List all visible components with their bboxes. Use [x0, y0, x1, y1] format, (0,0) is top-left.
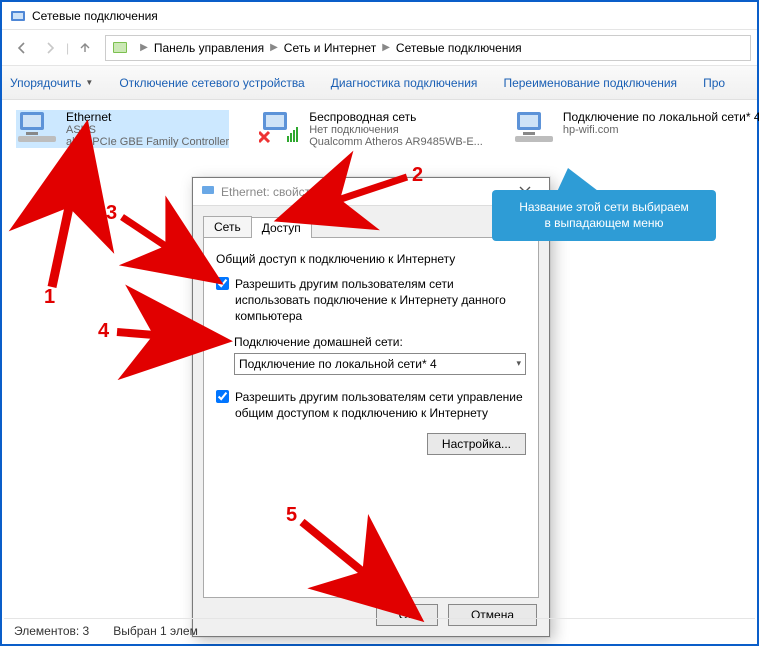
- breadcrumb-item[interactable]: Панель управления: [154, 41, 264, 55]
- chevron-down-icon: ▾: [516, 358, 521, 369]
- chevron-down-icon: ▼: [85, 78, 93, 87]
- chevron-right-icon: ▶: [382, 42, 390, 53]
- status-selected-count: Выбран 1 элем: [113, 624, 198, 638]
- connection-device: Qualcomm Atheros AR9485WB-E...: [309, 136, 483, 148]
- connection-status: ASUS: [66, 124, 229, 136]
- control-panel-icon: [112, 40, 128, 56]
- home-connection-label: Подключение домашней сети:: [234, 335, 526, 349]
- properties-dialog: Ethernet: свойства Сеть Доступ Общий дос…: [192, 177, 550, 637]
- toolbar-more[interactable]: Про: [703, 76, 725, 90]
- tab-network[interactable]: Сеть: [203, 216, 252, 237]
- connection-name: Ethernet: [66, 110, 229, 124]
- connection-item-ethernet[interactable]: Ethernet ASUS altek PCIe GBE Family Cont…: [16, 110, 229, 148]
- home-connection-select[interactable]: Подключение по локальной сети* 4 ▾: [234, 353, 526, 375]
- rename-button[interactable]: Переименование подключения: [503, 76, 677, 90]
- window-title: Сетевые подключения: [32, 9, 158, 23]
- connection-name: Беспроводная сеть: [309, 110, 483, 124]
- breadcrumb[interactable]: ▶ Панель управления ▶ Сеть и Интернет ▶ …: [105, 35, 751, 61]
- tab-page-sharing: Общий доступ к подключению к Интернету Р…: [203, 238, 539, 598]
- connection-device: altek PCIe GBE Family Controller: [66, 136, 229, 148]
- network-adapter-icon: [259, 110, 301, 144]
- organize-menu[interactable]: Упорядочить▼: [10, 76, 93, 90]
- network-adapter-icon: [513, 110, 555, 144]
- allow-control-label: Разрешить другим пользователям сети упра…: [235, 389, 526, 421]
- forward-button[interactable]: [36, 34, 64, 62]
- allow-sharing-label: Разрешить другим пользователям сети испо…: [235, 276, 526, 325]
- connection-name: Подключение по локальной сети* 4: [563, 110, 759, 124]
- annotation-number-2: 2: [412, 164, 423, 187]
- settings-button[interactable]: Настройка...: [427, 433, 526, 455]
- status-element-count: Элементов: 3: [14, 624, 89, 638]
- disable-device-button[interactable]: Отключение сетевого устройства: [119, 76, 304, 90]
- ethernet-icon: [201, 183, 215, 200]
- network-adapter-icon: [16, 110, 58, 144]
- tab-sharing[interactable]: Доступ: [251, 217, 312, 238]
- breadcrumb-item[interactable]: Сетевые подключения: [396, 41, 522, 55]
- back-button[interactable]: [8, 34, 36, 62]
- nav-separator: |: [66, 41, 69, 55]
- window-titlebar: Сетевые подключения: [2, 2, 757, 30]
- allow-sharing-checkbox-row[interactable]: Разрешить другим пользователям сети испо…: [216, 276, 526, 325]
- annotation-number-4: 4: [98, 320, 109, 343]
- breadcrumb-item[interactable]: Сеть и Интернет: [284, 41, 376, 55]
- chevron-right-icon: ▶: [270, 42, 278, 53]
- dialog-tabs: Сеть Доступ: [203, 214, 539, 238]
- allow-sharing-checkbox[interactable]: [216, 277, 229, 290]
- allow-control-checkbox-row[interactable]: Разрешить другим пользователям сети упра…: [216, 389, 526, 421]
- toolbar: Упорядочить▼ Отключение сетевого устройс…: [2, 66, 757, 100]
- connection-item-local[interactable]: Подключение по локальной сети* 4 hp-wifi…: [513, 110, 753, 148]
- sharing-group-label: Общий доступ к подключению к Интернету: [216, 252, 526, 266]
- dialog-title: Ethernet: свойства: [221, 185, 323, 199]
- annotation-number-1: 1: [44, 286, 55, 309]
- chevron-right-icon: ▶: [140, 42, 148, 53]
- annotation-number-5: 5: [286, 504, 297, 527]
- up-button[interactable]: [71, 34, 99, 62]
- address-bar: | ▶ Панель управления ▶ Сеть и Интернет …: [2, 30, 757, 66]
- status-bar: Элементов: 3 Выбран 1 элем: [4, 618, 755, 642]
- annotation-callout: Название этой сети выбираем в выпадающем…: [492, 190, 716, 241]
- connection-item-wireless[interactable]: Беспроводная сеть Нет подключения Qualco…: [259, 110, 483, 148]
- connection-device: hp-wifi.com: [563, 124, 743, 136]
- allow-control-checkbox[interactable]: [216, 390, 229, 403]
- annotation-number-3: 3: [106, 202, 117, 225]
- window-icon: [10, 8, 26, 24]
- connection-status: Нет подключения: [309, 124, 483, 136]
- diagnose-button[interactable]: Диагностика подключения: [331, 76, 478, 90]
- home-connection-value: Подключение по локальной сети* 4: [239, 357, 437, 371]
